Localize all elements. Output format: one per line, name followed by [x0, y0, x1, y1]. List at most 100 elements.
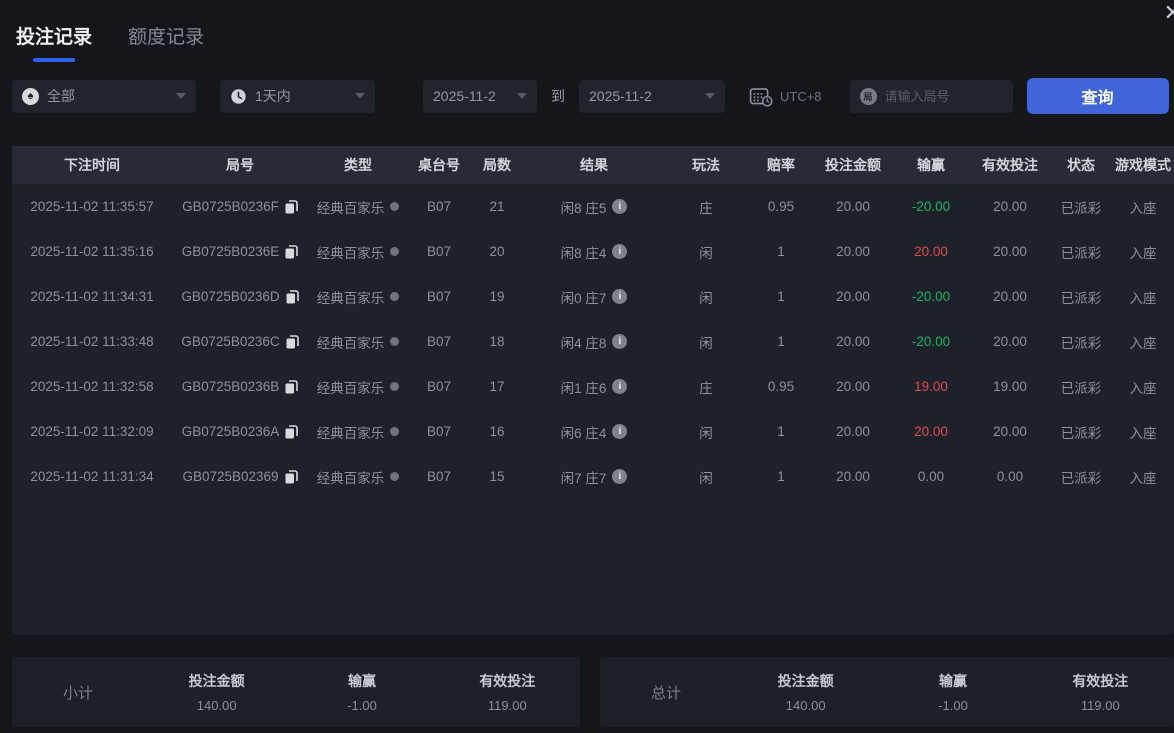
- cell-game-mode: 入座: [1112, 467, 1174, 487]
- copy-icon[interactable]: [285, 425, 298, 439]
- info-icon[interactable]: i: [612, 244, 627, 259]
- total-bet: 投注金额 140.00: [732, 671, 879, 713]
- info-icon[interactable]: i: [612, 289, 627, 304]
- titlebar: 投注记录 额度记录: [0, 0, 1174, 62]
- cell-bet-amount: 20.00: [814, 379, 892, 394]
- table-row: 2025-11-02 11:31:34GB0725B02369经典百家乐B071…: [12, 454, 1174, 499]
- spade-icon: ♠: [22, 88, 39, 105]
- cell-status: 已派彩: [1050, 242, 1112, 262]
- cell-result: 闲7 庄7i: [524, 467, 664, 487]
- subtotal-win: 输赢 -1.00: [289, 671, 434, 713]
- copy-icon[interactable]: [286, 290, 299, 304]
- copy-icon[interactable]: [285, 200, 298, 214]
- table-row: 2025-11-02 11:34:31GB0725B0236D经典百家乐B071…: [12, 274, 1174, 319]
- time-range-value: 1天内: [255, 86, 291, 106]
- cell-odds: 1: [748, 469, 814, 484]
- tab-betting-records[interactable]: 投注记录: [16, 22, 92, 62]
- column-header-bet-amount: 投注金额: [814, 155, 892, 175]
- column-header-play: 玩法: [664, 155, 748, 175]
- clock-icon: [230, 88, 247, 105]
- type-dot-icon: [390, 427, 399, 436]
- cell-win-loss: 20.00: [892, 424, 970, 439]
- cell-status: 已派彩: [1050, 332, 1112, 352]
- cell-game-mode: 入座: [1112, 377, 1174, 397]
- cell-win-loss: 0.00: [892, 469, 970, 484]
- date-from-select[interactable]: 2025-11-2: [423, 80, 537, 113]
- cell-bet-time: 2025-11-02 11:34:31: [12, 289, 172, 304]
- chevron-down-icon: [176, 93, 186, 99]
- cell-win-loss: 20.00: [892, 244, 970, 259]
- table-row: 2025-11-02 11:32:58GB0725B0236B经典百家乐B071…: [12, 364, 1174, 409]
- total-win: 输赢 -1.00: [879, 671, 1026, 713]
- cell-win-loss: -20.00: [892, 289, 970, 304]
- cell-table-no: B07: [408, 244, 470, 259]
- cell-round-no: 16: [470, 424, 524, 439]
- search-button[interactable]: 查询: [1027, 78, 1169, 114]
- table-row: 2025-11-02 11:35:16GB0725B0236E经典百家乐B072…: [12, 229, 1174, 274]
- cell-play: 闲: [664, 332, 748, 352]
- cell-odds: 1: [748, 289, 814, 304]
- cell-round-id: GB0725B0236F: [172, 199, 308, 214]
- cell-bet-time: 2025-11-02 11:31:34: [12, 469, 172, 484]
- timezone-label: UTC+8: [780, 89, 822, 104]
- column-header-result: 结果: [524, 155, 664, 175]
- cell-game-type: 经典百家乐: [308, 422, 408, 442]
- info-icon[interactable]: i: [612, 379, 627, 394]
- info-icon[interactable]: i: [612, 424, 627, 439]
- info-icon[interactable]: i: [612, 199, 627, 214]
- cell-table-no: B07: [408, 289, 470, 304]
- cell-round-no: 18: [470, 334, 524, 349]
- copy-icon[interactable]: [285, 245, 298, 259]
- column-header-bet-time: 下注时间: [12, 155, 172, 175]
- cell-table-no: B07: [408, 199, 470, 214]
- date-to-select[interactable]: 2025-11-2: [579, 80, 725, 113]
- timezone-group: UTC+8: [749, 86, 822, 107]
- cell-round-id: GB0725B0236D: [172, 289, 308, 304]
- cell-valid-bet: 20.00: [970, 289, 1050, 304]
- round-number-icon: 局: [860, 88, 877, 105]
- cell-valid-bet: 19.00: [970, 379, 1050, 394]
- cell-table-no: B07: [408, 379, 470, 394]
- tab-quota-records-label: 额度记录: [128, 27, 204, 48]
- chevron-down-icon: [705, 93, 715, 99]
- cell-odds: 1: [748, 244, 814, 259]
- round-number-input[interactable]: [885, 89, 995, 104]
- cell-round-no: 19: [470, 289, 524, 304]
- subtotal-label: 小计: [12, 682, 144, 703]
- cell-round-id: GB0725B0236A: [172, 424, 308, 439]
- subtotal-valid: 有效投注 119.00: [435, 671, 580, 713]
- calendar-clock-icon: [749, 86, 773, 107]
- cell-play: 闲: [664, 467, 748, 487]
- close-icon[interactable]: ✕: [1164, 2, 1174, 24]
- summary-bar: 小计 投注金额 140.00 输赢 -1.00 有效投注 119.00 总计 投…: [12, 657, 1174, 727]
- cell-game-type: 经典百家乐: [308, 287, 408, 307]
- column-header-game-type: 类型: [308, 155, 408, 175]
- time-range-select[interactable]: 1天内: [220, 80, 375, 113]
- cell-bet-amount: 20.00: [814, 289, 892, 304]
- cell-round-no: 21: [470, 199, 524, 214]
- date-to-label: 到: [551, 86, 565, 106]
- cell-status: 已派彩: [1050, 422, 1112, 442]
- copy-icon[interactable]: [286, 335, 299, 349]
- tab-quota-records[interactable]: 额度记录: [128, 22, 204, 62]
- type-dot-icon: [390, 292, 399, 301]
- round-number-field[interactable]: 局: [850, 80, 1013, 113]
- copy-icon[interactable]: [285, 380, 298, 394]
- cell-valid-bet: 20.00: [970, 244, 1050, 259]
- cell-round-no: 15: [470, 469, 524, 484]
- column-header-status: 状态: [1050, 155, 1112, 175]
- cell-round-id: GB0725B0236C: [172, 334, 308, 349]
- chevron-down-icon: [355, 93, 365, 99]
- cell-status: 已派彩: [1050, 467, 1112, 487]
- cell-round-no: 20: [470, 244, 524, 259]
- column-header-odds: 赔率: [748, 155, 814, 175]
- copy-icon[interactable]: [285, 470, 298, 484]
- cell-table-no: B07: [408, 424, 470, 439]
- game-type-select[interactable]: ♠ 全部: [12, 80, 196, 113]
- info-icon[interactable]: i: [612, 334, 627, 349]
- cell-play: 闲: [664, 287, 748, 307]
- cell-win-loss: 19.00: [892, 379, 970, 394]
- cell-win-loss: -20.00: [892, 199, 970, 214]
- summary-win-value: -1.00: [289, 698, 434, 713]
- info-icon[interactable]: i: [612, 469, 627, 484]
